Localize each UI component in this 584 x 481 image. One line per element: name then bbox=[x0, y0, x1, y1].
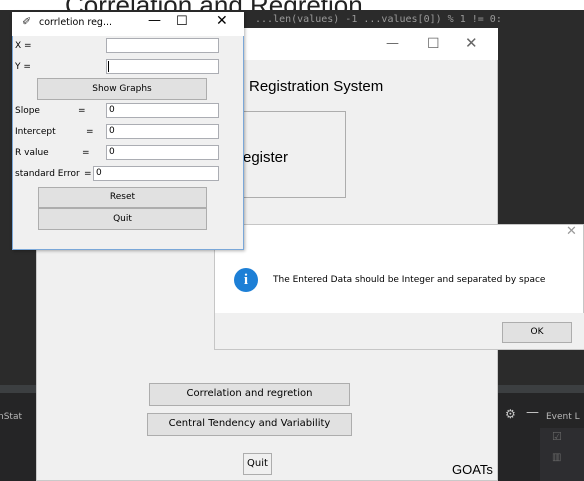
stderr-label: standard Error bbox=[15, 169, 80, 179]
y-label: Y = bbox=[15, 62, 31, 72]
slope-field[interactable]: 0 bbox=[106, 103, 219, 118]
minimize-icon[interactable]: — bbox=[148, 13, 161, 28]
info-icon: i bbox=[234, 268, 258, 292]
minimize-icon[interactable]: — bbox=[386, 36, 399, 51]
dialog-close-icon[interactable]: ✕ bbox=[566, 224, 577, 239]
event-log-tab[interactable]: Event L bbox=[546, 412, 580, 422]
correlation-button[interactable]: Correlation and regretion bbox=[149, 383, 350, 406]
settings-icon[interactable]: ☑ bbox=[552, 430, 562, 443]
correlation-window-title: corrletion reg... bbox=[39, 17, 113, 28]
quit-button[interactable]: Quit bbox=[243, 453, 272, 475]
rvalue-field[interactable]: 0 bbox=[106, 145, 219, 160]
rvalue-label: R value bbox=[15, 148, 49, 158]
y-input[interactable] bbox=[106, 59, 219, 74]
feather-icon: ✐ bbox=[22, 15, 32, 28]
x-input[interactable] bbox=[106, 38, 219, 53]
intercept-label: Intercept bbox=[15, 127, 56, 137]
central-tendency-button[interactable]: Central Tendency and Variability bbox=[147, 413, 352, 436]
dialog-message: The Entered Data should be Integer and s… bbox=[273, 275, 546, 285]
gear-icon[interactable]: ⚙ bbox=[505, 407, 516, 421]
show-graphs-button[interactable]: Show Graphs bbox=[37, 78, 207, 100]
stderr-field[interactable]: 0 bbox=[93, 166, 219, 181]
register-button-label: egister bbox=[243, 149, 289, 166]
minimize-panel-icon[interactable]: — bbox=[526, 405, 539, 420]
maximize-icon[interactable]: ☐ bbox=[427, 36, 440, 52]
maximize-icon[interactable]: ☐ bbox=[176, 14, 188, 29]
intercept-equals: = bbox=[86, 127, 94, 137]
rvalue-equals: = bbox=[82, 148, 90, 158]
code-line: ...len(values) -1 ...values[0]) % 1 != 0… bbox=[255, 14, 502, 25]
text-cursor bbox=[108, 61, 109, 72]
run-panel-label[interactable]: nStat bbox=[0, 412, 22, 422]
x-label: X = bbox=[15, 41, 32, 51]
intercept-field[interactable]: 0 bbox=[106, 124, 219, 139]
side-toolbar bbox=[540, 428, 584, 481]
reset-button[interactable]: Reset bbox=[38, 187, 207, 208]
stderr-equals: = bbox=[84, 169, 92, 179]
footer-label: GOATs bbox=[452, 462, 493, 477]
close-icon[interactable]: ✕ bbox=[465, 34, 478, 52]
slope-equals: = bbox=[78, 106, 86, 116]
ok-button[interactable]: OK bbox=[502, 322, 572, 343]
correlation-quit-button[interactable]: Quit bbox=[38, 208, 207, 230]
slope-label: Slope bbox=[15, 106, 40, 116]
page-title: Registration System bbox=[249, 78, 384, 95]
close-icon[interactable]: ✕ bbox=[216, 13, 228, 29]
trash-icon[interactable]: ▥ bbox=[552, 452, 561, 463]
